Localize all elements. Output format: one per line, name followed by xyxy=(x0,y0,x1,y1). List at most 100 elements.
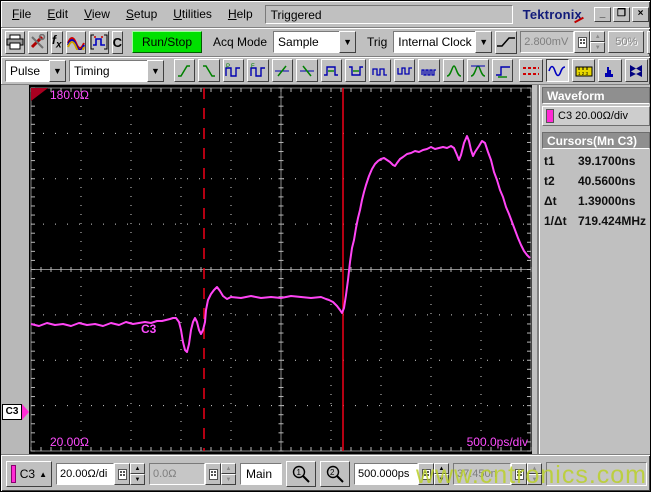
spin-down-icon[interactable]: ▼ xyxy=(527,474,542,485)
waveform-colors-button[interactable] xyxy=(65,30,86,54)
acquisition-button[interactable] xyxy=(88,30,109,54)
menu-help[interactable]: Help xyxy=(220,4,261,24)
menu-utilities[interactable]: Utilities xyxy=(165,4,220,24)
keypad-icon[interactable] xyxy=(574,31,591,53)
chevron-down-icon[interactable]: ▼ xyxy=(475,31,493,53)
zoom-in-button[interactable]: 1 xyxy=(286,461,316,487)
meas-pos-width-button[interactable] xyxy=(320,59,342,82)
histogram-view-button[interactable] xyxy=(598,59,622,82)
horizontal-position-field[interactable]: 37.450n xyxy=(453,463,511,485)
trig-level-field[interactable]: 2.800mV xyxy=(520,31,575,53)
chevron-down-icon[interactable]: ▼ xyxy=(147,59,164,82)
meas-neg-width-button[interactable] xyxy=(344,59,367,82)
c-icon: C xyxy=(112,34,122,50)
horizontal-scale-field[interactable]: 500.000ps xyxy=(354,463,418,485)
horizontal-scale-control: 500.000ps ▲ ▼ xyxy=(354,463,449,485)
cursors-view-button[interactable] xyxy=(519,59,543,82)
trig-slope-button[interactable] xyxy=(495,30,518,54)
meas-pos-peak-button[interactable] xyxy=(442,59,465,82)
vertical-scale-spinner[interactable]: ▲ ▼ xyxy=(130,463,145,485)
channel-scale-row[interactable]: C3 20.00Ω/div xyxy=(542,106,650,126)
keypad-icon[interactable] xyxy=(114,463,130,485)
keypad-icon[interactable] xyxy=(511,463,527,485)
math-fx-button[interactable]: fx xyxy=(51,30,63,54)
measure-view-button[interactable]: 1 2 3 xyxy=(572,59,596,82)
vertical-offset-control: 0.0Ω ▲ ▼ xyxy=(149,463,236,485)
zoom-out-button[interactable]: 2 xyxy=(320,461,350,487)
cursor-readout-t2: t2 40.5600ns xyxy=(542,171,650,191)
meas-burst-width-button[interactable] xyxy=(418,59,440,82)
spin-up-icon[interactable]: ▲ xyxy=(221,463,236,474)
svg-text:F: F xyxy=(251,64,255,70)
channel-reference-marker[interactable]: C3 xyxy=(2,403,29,421)
spin-down-icon[interactable]: ▼ xyxy=(221,474,236,485)
chevron-down-icon[interactable]: ▼ xyxy=(49,59,66,82)
meas-neg-crossing-button[interactable] xyxy=(296,59,318,82)
print-button[interactable] xyxy=(5,30,25,54)
mask-view-button[interactable] xyxy=(624,59,648,82)
fall-time-icon xyxy=(202,64,215,77)
spin-down-icon[interactable]: ▼ xyxy=(590,42,606,53)
set-50-button[interactable]: 50% xyxy=(608,31,645,53)
trig-level-spinner[interactable]: ▲ ▼ xyxy=(590,31,606,53)
cursors-header: Cursors(Mn C3) xyxy=(542,132,650,149)
chevron-down-icon[interactable]: ▼ xyxy=(339,31,357,53)
amplitude-peak-icon xyxy=(470,64,486,77)
restore-button[interactable]: ❐ xyxy=(613,6,630,22)
signal-type-select[interactable]: Pulse ▼ xyxy=(5,59,66,82)
vertical-top-label: 180.0Ω xyxy=(50,88,89,102)
toolbar-measure: Pulse ▼ Timing ▼ P F 1 2 3 xyxy=(1,56,650,85)
toolbar-main: fx C Run/Stop Acq Mode Sample ▼ Trig Int… xyxy=(1,27,650,56)
negative-width-icon xyxy=(348,65,363,76)
horizontal-position-spinner[interactable]: ▲ ▼ xyxy=(527,463,542,485)
graticule-plot[interactable]: C3 180.0Ω 20.00Ω 500.0ps/div xyxy=(29,85,532,454)
run-stop-button[interactable]: Run/Stop xyxy=(131,31,202,53)
spin-up-icon[interactable]: ▲ xyxy=(590,31,606,42)
vertical-scale-control: 20.00Ω/di ▲ ▼ xyxy=(56,463,145,485)
horizontal-scale-spinner[interactable]: ▲ ▼ xyxy=(434,463,449,485)
menu-file[interactable]: File xyxy=(4,4,39,24)
t2-label: t2 xyxy=(544,174,555,188)
spin-up-icon[interactable]: ▲ xyxy=(434,463,449,474)
spin-down-icon[interactable]: ▼ xyxy=(130,474,145,485)
trig-source-select[interactable]: Internal Clock ▼ xyxy=(393,31,493,53)
trace-label: C3 xyxy=(141,322,157,336)
fx-icon: fx xyxy=(52,33,62,51)
meas-period-button[interactable]: P xyxy=(222,59,245,82)
meas-frequency-button[interactable]: F xyxy=(247,59,269,82)
meas-fall-time-button[interactable] xyxy=(198,59,220,82)
vertical-offset-spinner[interactable]: ▲ ▼ xyxy=(221,463,236,485)
menu-edit[interactable]: Edit xyxy=(39,4,76,24)
cursor-readout-t1: t1 39.1700ns xyxy=(542,151,650,171)
vertical-offset-field[interactable]: 0.0Ω xyxy=(149,463,205,485)
rise-time-icon xyxy=(178,64,191,77)
acq-mode-select[interactable]: Sample ▼ xyxy=(273,31,357,53)
keypad-icon[interactable] xyxy=(205,463,221,485)
vertical-scale-field[interactable]: 20.00Ω/di xyxy=(56,463,114,485)
tools-button[interactable] xyxy=(28,30,48,54)
spin-down-icon[interactable]: ▼ xyxy=(434,474,449,485)
meas-category-select[interactable]: Timing ▼ xyxy=(69,59,164,82)
meas-delay-button[interactable] xyxy=(491,59,514,82)
readout-panel: Waveform C3 20.00Ω/div Cursors(Mn C3) t1… xyxy=(537,85,650,454)
timebase-select[interactable]: Main xyxy=(240,463,282,485)
meas-neg-duty-button[interactable] xyxy=(393,59,416,82)
keypad-icon[interactable] xyxy=(418,463,434,485)
meas-pos-duty-button[interactable] xyxy=(369,59,391,82)
period-icon: P xyxy=(225,64,241,77)
context-help-button[interactable]: ? xyxy=(647,30,650,54)
minimize-button[interactable]: _ xyxy=(594,6,611,22)
channel-select-label: C3 xyxy=(19,467,36,481)
waveform-view-button[interactable] xyxy=(545,59,570,82)
spin-up-icon[interactable]: ▲ xyxy=(527,463,542,474)
meas-rise-time-button[interactable] xyxy=(173,59,196,82)
meas-pos-crossing-button[interactable] xyxy=(271,59,294,82)
meas-amplitude-button[interactable] xyxy=(467,59,489,82)
channel-select-button[interactable]: C3 ▲ xyxy=(6,461,52,487)
dt-value: 1.39000ns xyxy=(578,194,636,208)
menu-setup[interactable]: Setup xyxy=(118,4,165,24)
close-button[interactable]: × xyxy=(632,6,649,22)
clear-button[interactable]: C xyxy=(111,30,123,54)
spin-up-icon[interactable]: ▲ xyxy=(130,463,145,474)
menu-view[interactable]: View xyxy=(76,4,118,24)
